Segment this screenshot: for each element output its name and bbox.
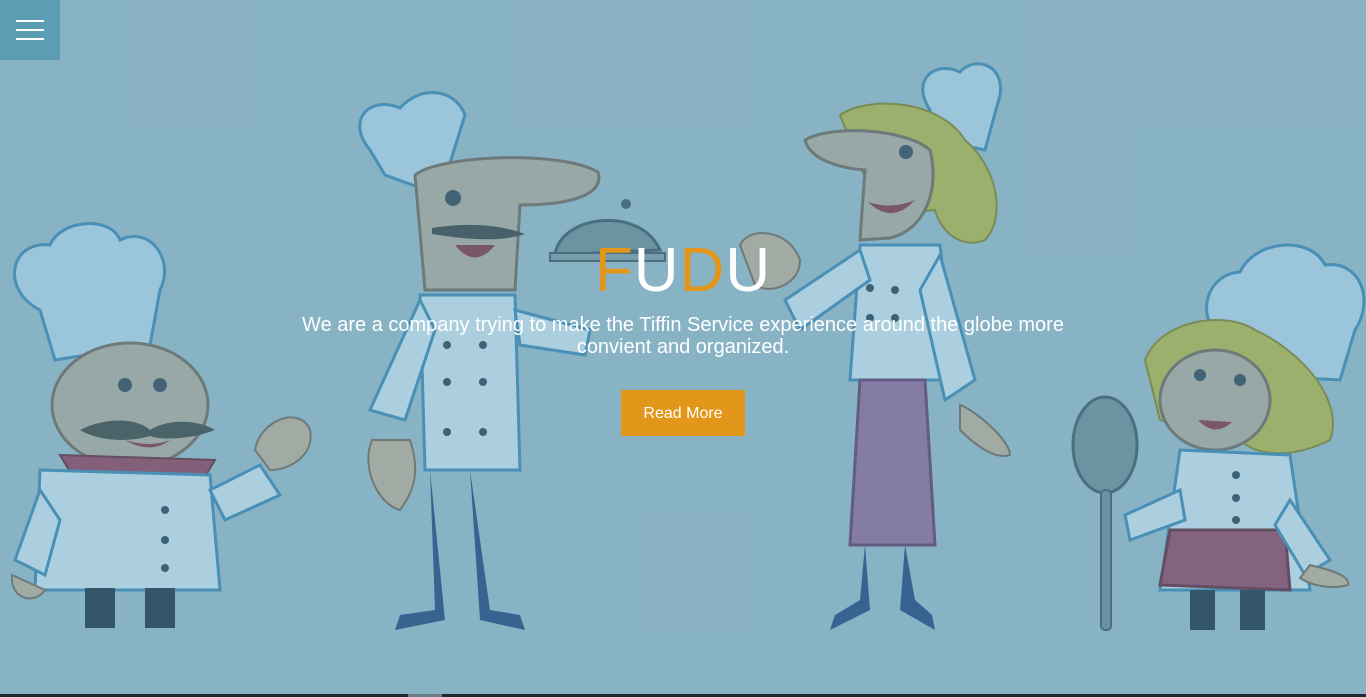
- hamburger-menu-icon: [16, 29, 44, 31]
- read-more-button[interactable]: Read More: [621, 390, 745, 436]
- hero-tagline: We are a company trying to make the Tiff…: [283, 314, 1083, 358]
- hero-content: FUDU We are a company trying to make the…: [0, 0, 1366, 697]
- hero-section: FUDU We are a company trying to make the…: [0, 0, 1366, 697]
- brand-letter: D: [679, 236, 726, 305]
- menu-toggle-button[interactable]: [0, 0, 60, 60]
- hamburger-menu-icon: [16, 20, 44, 22]
- brand-logo-text: FUDU: [0, 236, 1366, 306]
- tagline-line-2: convient and organized.: [576, 336, 790, 358]
- brand-letter: F: [594, 236, 634, 305]
- tagline-line-1: We are a company trying to make the Tiff…: [302, 314, 1064, 336]
- hamburger-menu-icon: [16, 38, 44, 40]
- brand-letter: U: [725, 236, 772, 305]
- brand-letter: U: [633, 236, 680, 305]
